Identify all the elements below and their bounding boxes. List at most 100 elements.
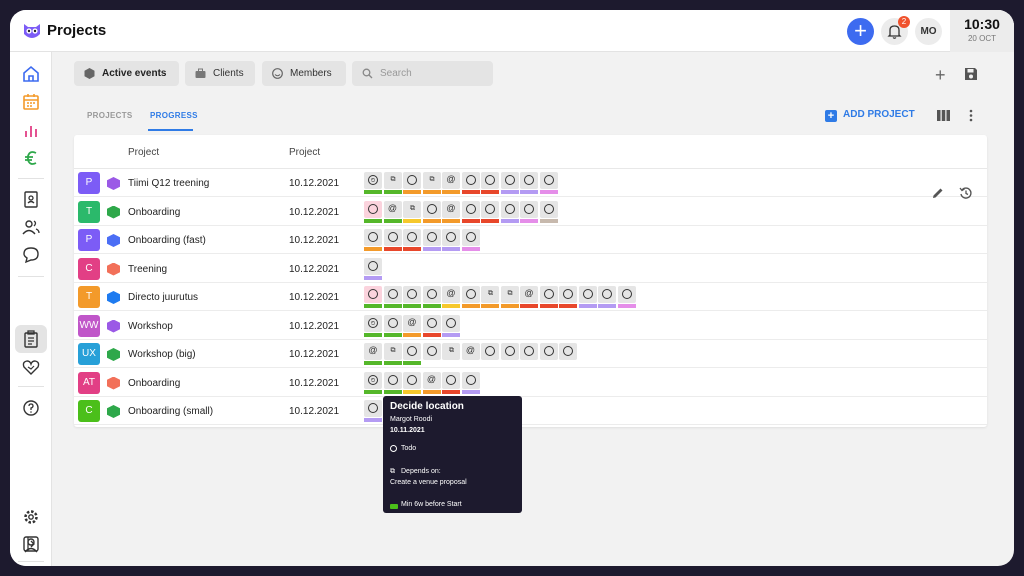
task-cell[interactable] [520, 172, 538, 194]
task-cell[interactable] [500, 200, 519, 223]
more-vertical-icon[interactable] [969, 109, 973, 122]
task-cell[interactable] [442, 314, 460, 337]
task-cell[interactable] [481, 172, 499, 194]
task-cell[interactable] [403, 343, 421, 365]
table-row[interactable]: T Directo juurutus 10.12.2021 @ ⧉ ⧉ @ [74, 283, 987, 311]
task-cell[interactable] [383, 371, 402, 394]
task-cell[interactable]: ⧉ [422, 172, 441, 194]
task-cell[interactable]: @ [422, 371, 441, 394]
task-cell[interactable] [520, 200, 538, 223]
add-icon[interactable]: + [935, 65, 946, 86]
task-cell[interactable] [383, 229, 402, 251]
task-cell[interactable] [364, 400, 382, 422]
columns-icon[interactable] [937, 110, 950, 121]
table-row[interactable]: WW Workshop 10.12.2021 ⏲ @ [74, 312, 987, 340]
task-cell[interactable] [500, 172, 519, 194]
project-name[interactable]: Onboarding [128, 207, 180, 218]
project-name[interactable]: Treening [128, 264, 167, 275]
task-cell[interactable]: ⏲ [364, 314, 382, 337]
task-cell[interactable] [481, 343, 499, 365]
save-icon[interactable] [964, 67, 978, 81]
task-cell[interactable] [520, 343, 538, 365]
task-cell[interactable] [617, 286, 636, 308]
search-input[interactable]: Search [352, 61, 493, 86]
clients-filter[interactable]: Clients [185, 61, 255, 86]
contact-card-icon[interactable] [21, 189, 41, 209]
task-cell[interactable] [539, 343, 558, 365]
project-name[interactable]: Workshop (big) [128, 349, 196, 360]
user-avatar[interactable]: MO [915, 18, 942, 45]
task-cell[interactable] [403, 229, 421, 251]
task-cell[interactable]: ⧉ [383, 172, 402, 194]
help-icon[interactable] [21, 398, 41, 418]
calendar-icon[interactable] [21, 92, 41, 112]
task-cell[interactable] [383, 314, 402, 337]
task-cell[interactable]: @ [364, 343, 382, 365]
task-cell[interactable] [403, 286, 421, 308]
task-cell[interactable]: ⧉ [403, 200, 421, 223]
task-cell[interactable] [461, 286, 480, 308]
add-project-button[interactable]: + ADD PROJECT [825, 109, 915, 122]
task-cell[interactable] [403, 172, 421, 194]
task-cell[interactable] [422, 314, 441, 337]
edit-pencil-icon[interactable] [931, 186, 945, 200]
members-filter[interactable]: Members [262, 61, 346, 86]
task-cell[interactable]: ⧉ [500, 286, 519, 308]
chat-icon[interactable] [21, 245, 41, 265]
task-cell[interactable] [598, 286, 616, 308]
task-cell[interactable]: ⧉ [383, 343, 402, 365]
task-cell[interactable] [500, 343, 519, 365]
project-name[interactable]: Directo juurutus [128, 292, 198, 303]
table-row[interactable]: P Tiimi Q12 treening 10.12.2021 ⏲ ⧉ ⧉ @ [74, 169, 987, 197]
tab-progress[interactable]: PROGRESS [150, 111, 198, 120]
task-cell[interactable] [442, 371, 460, 394]
task-cell[interactable]: ⧉ [442, 343, 460, 365]
stats-icon[interactable] [21, 120, 41, 140]
settings-gear-icon[interactable] [21, 507, 41, 527]
create-button[interactable]: + [847, 18, 874, 45]
task-cell[interactable] [364, 200, 382, 223]
collapse-sidebar-icon[interactable] [21, 534, 41, 554]
project-name[interactable]: Tiimi Q12 treening [128, 178, 209, 189]
task-cell[interactable] [442, 229, 460, 251]
task-cell[interactable] [578, 286, 597, 308]
task-cell[interactable] [539, 172, 558, 194]
task-cell[interactable] [461, 172, 480, 194]
task-cell[interactable]: @ [461, 343, 480, 365]
project-name[interactable]: Workshop [128, 321, 173, 332]
table-row[interactable]: AT Onboarding 10.12.2021 ⏲ @ [74, 369, 987, 397]
task-cell[interactable] [539, 286, 558, 308]
task-cell[interactable] [364, 229, 382, 251]
task-cell[interactable] [539, 200, 558, 223]
task-cell[interactable] [364, 286, 382, 308]
task-cell[interactable] [422, 200, 441, 223]
task-cell[interactable]: ⏲ [364, 371, 382, 394]
table-row[interactable]: C Onboarding (small) 10.12.2021 [74, 397, 987, 425]
task-cell[interactable] [559, 286, 577, 308]
tab-projects[interactable]: PROJECTS [87, 111, 133, 120]
clipboard-icon[interactable] [21, 329, 41, 349]
task-cell[interactable] [461, 200, 480, 223]
active-events-filter[interactable]: Active events [74, 61, 179, 86]
task-cell[interactable]: ⧉ [481, 286, 499, 308]
task-cell[interactable]: @ [442, 172, 460, 194]
task-cell[interactable] [461, 371, 480, 394]
owl-logo-icon[interactable] [22, 22, 42, 40]
table-row[interactable]: UX Workshop (big) 10.12.2021 @ ⧉ ⧉ @ [74, 340, 987, 368]
task-cell[interactable] [559, 343, 577, 365]
task-cell[interactable] [403, 371, 421, 394]
project-name[interactable]: Onboarding (small) [128, 406, 213, 417]
task-cell[interactable] [461, 229, 480, 251]
handshake-heart-icon[interactable] [21, 357, 41, 377]
task-cell[interactable]: @ [442, 286, 460, 308]
users-icon[interactable] [21, 217, 41, 237]
project-name[interactable]: Onboarding (fast) [128, 235, 206, 246]
euro-icon[interactable] [21, 148, 41, 168]
table-row[interactable]: P Onboarding (fast) 10.12.2021 [74, 226, 987, 254]
history-icon[interactable] [959, 186, 973, 200]
table-row[interactable]: T Onboarding 10.12.2021 @ ⧉ @ [74, 198, 987, 226]
task-cell[interactable] [481, 200, 499, 223]
task-cell[interactable]: @ [520, 286, 538, 308]
home-icon[interactable] [21, 64, 41, 84]
table-row[interactable]: C Treening 10.12.2021 [74, 255, 987, 283]
